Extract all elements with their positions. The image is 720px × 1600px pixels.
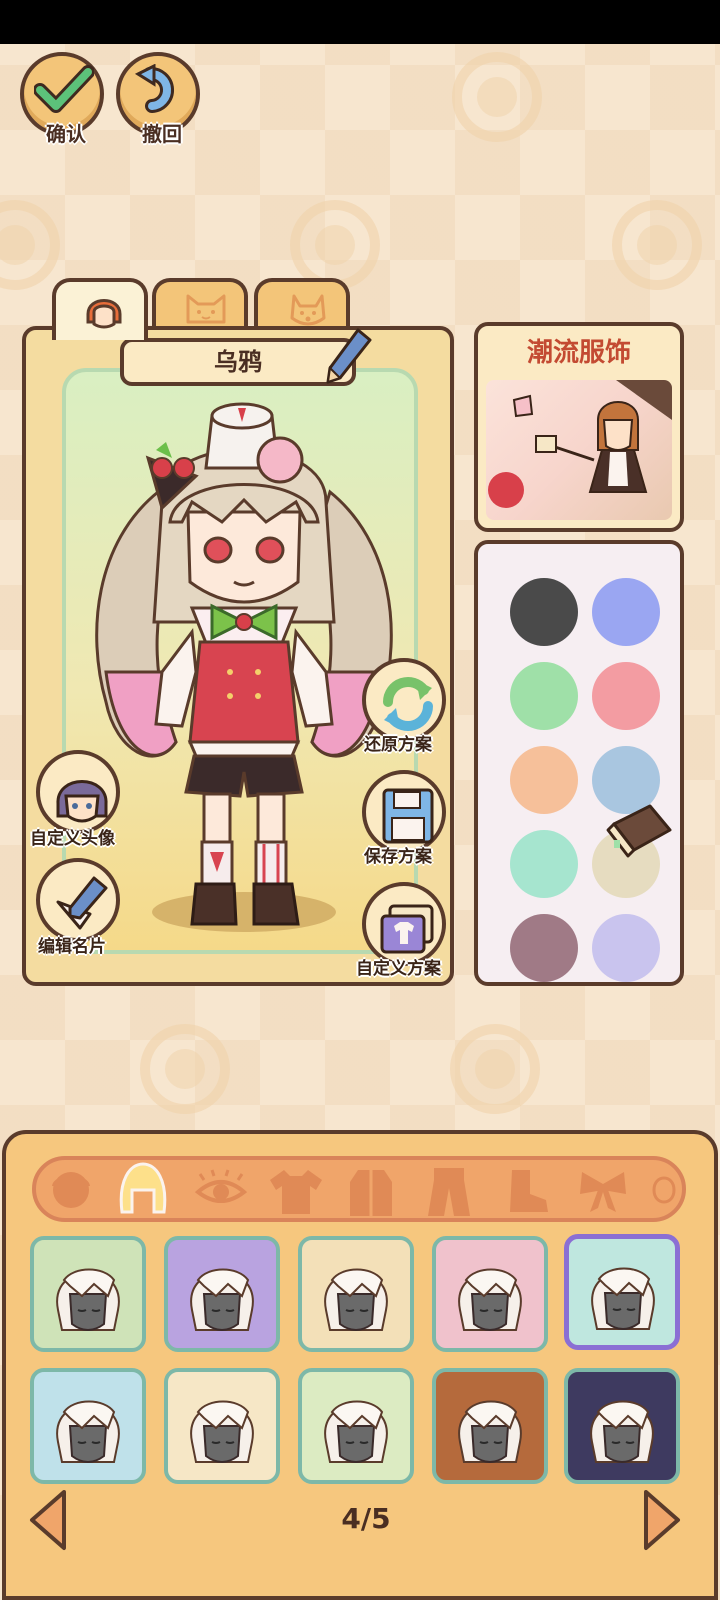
confirm-button[interactable]: 确认 xyxy=(20,52,104,146)
bow-icon[interactable] xyxy=(576,1166,630,1216)
sun-decoration xyxy=(140,1024,230,1114)
sun-decoration xyxy=(452,52,542,142)
hair-icon[interactable] xyxy=(116,1160,170,1218)
edit-card-icon xyxy=(56,876,108,930)
next-page-arrow-icon[interactable] xyxy=(640,1488,684,1552)
color-swatch-3[interactable] xyxy=(510,662,578,730)
character-name-text: 乌鸦 xyxy=(214,348,262,376)
undo-label: 撤回 xyxy=(142,122,182,146)
prev-page-arrow-icon[interactable] xyxy=(26,1488,70,1552)
confirm-label: 确认 xyxy=(46,122,86,146)
pencil-edit-icon[interactable] xyxy=(324,326,374,386)
sun-decoration xyxy=(612,200,702,290)
outfit-cards-icon xyxy=(380,904,434,954)
hair-style-preview xyxy=(458,1400,522,1463)
pants-icon[interactable] xyxy=(424,1166,474,1218)
eye-icon[interactable] xyxy=(194,1166,248,1214)
color-swatch-7[interactable] xyxy=(510,830,578,898)
hair-item-10[interactable] xyxy=(564,1368,680,1484)
hair-item-5-selected[interactable] xyxy=(564,1234,680,1350)
custom-avatar-label: 自定义头像 xyxy=(30,829,115,849)
hair-style-preview xyxy=(591,1267,655,1330)
boot-icon[interactable] xyxy=(502,1166,552,1216)
color-palette-panel xyxy=(474,540,684,986)
undo-button[interactable]: 撤回 xyxy=(116,52,200,146)
color-swatch-4[interactable] xyxy=(592,662,660,730)
sun-decoration xyxy=(0,200,60,290)
hair-item-7[interactable] xyxy=(164,1368,280,1484)
sun-decoration xyxy=(450,1024,540,1114)
edit-card-button[interactable] xyxy=(36,858,120,942)
color-swatch-1[interactable] xyxy=(510,578,578,646)
hair-item-1[interactable] xyxy=(30,1236,146,1352)
shirt-icon[interactable] xyxy=(268,1166,324,1216)
edit-card-label: 编辑名片 xyxy=(38,937,106,957)
trend-title: 潮流服饰 xyxy=(526,338,631,368)
hair-style-preview xyxy=(458,1268,522,1331)
hair-style-preview xyxy=(324,1268,388,1331)
character-name[interactable]: 乌鸦 xyxy=(120,338,356,386)
color-swatch-2[interactable] xyxy=(592,578,660,646)
more-category-icon[interactable] xyxy=(648,1168,678,1212)
girl-face-icon xyxy=(86,299,122,329)
hair-item-9[interactable] xyxy=(432,1368,548,1484)
hair-item-3[interactable] xyxy=(298,1236,414,1352)
color-swatch-5[interactable] xyxy=(510,746,578,814)
face-icon[interactable] xyxy=(46,1166,96,1214)
avatar-icon xyxy=(56,780,108,823)
hair-item-6[interactable] xyxy=(30,1368,146,1484)
floppy-disk-icon xyxy=(382,788,434,844)
dog-face-icon xyxy=(290,294,326,326)
status-bar xyxy=(0,0,720,44)
hair-item-8[interactable] xyxy=(298,1368,414,1484)
cat-face-icon xyxy=(186,294,226,324)
custom-plan-label: 自定义方案 xyxy=(356,959,441,979)
hair-style-preview xyxy=(190,1268,254,1331)
category-bar xyxy=(32,1156,686,1222)
undo-arrow-icon xyxy=(134,64,174,113)
restore-cycle-icon xyxy=(383,677,433,731)
hair-item-2[interactable] xyxy=(164,1236,280,1352)
character-panel: 乌鸦 还原方案 保存方案 自定义方案 自定义头像 编辑名片 xyxy=(22,326,454,986)
restore-label: 还原方案 xyxy=(364,735,432,755)
sun-decoration xyxy=(290,200,380,290)
hair-style-preview xyxy=(324,1400,388,1463)
hair-item-4[interactable] xyxy=(432,1236,548,1352)
color-swatch-10[interactable] xyxy=(592,914,660,982)
hair-style-preview xyxy=(56,1400,120,1463)
checkmark-icon xyxy=(34,65,94,113)
coat-icon[interactable] xyxy=(346,1166,396,1218)
wardrobe-panel: 4/5 xyxy=(2,1130,718,1600)
character-illustration xyxy=(95,402,393,932)
trend-outfit-illustration xyxy=(488,380,672,508)
color-swatch-9[interactable] xyxy=(510,914,578,982)
hair-style-preview xyxy=(190,1400,254,1463)
custom-avatar-button[interactable] xyxy=(36,750,120,834)
page-indicator: 4/5 xyxy=(341,1502,391,1535)
paint-brush-icon xyxy=(606,804,672,858)
hair-style-preview xyxy=(56,1268,120,1331)
trend-outfit-panel[interactable]: 潮流服饰 xyxy=(474,322,684,532)
trend-outfit-preview xyxy=(486,380,672,520)
save-label: 保存方案 xyxy=(364,847,432,867)
hair-style-preview xyxy=(590,1400,654,1463)
tab-character[interactable] xyxy=(52,278,148,340)
